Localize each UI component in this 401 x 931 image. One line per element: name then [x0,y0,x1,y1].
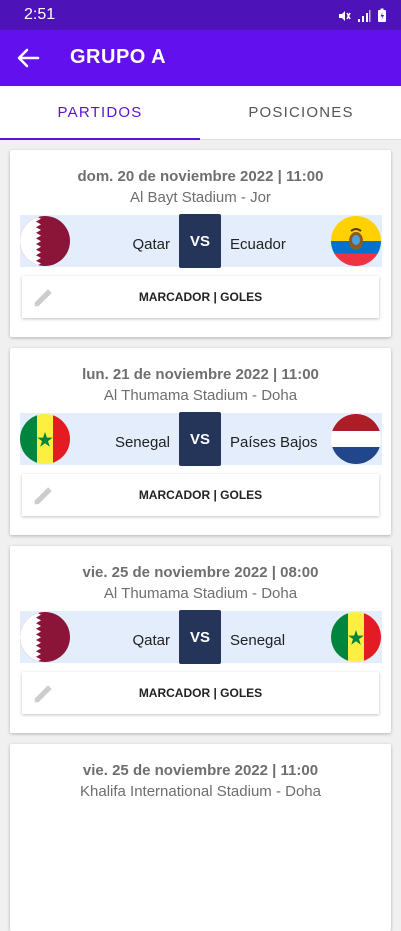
vs-badge: VS [179,214,221,268]
status-time: 2:51 [24,6,56,23]
score-button[interactable]: MARCADOR | GOLES [22,672,379,714]
match-date: vie. 25 de noviembre 2022 | 11:00 [82,762,319,779]
score-button-label: MARCADOR | GOLES [138,290,263,304]
status-icons [337,8,387,23]
away-team: Ecuador [230,236,286,253]
qatar-flag-icon [20,216,70,266]
match-card: vie. 25 de noviembre 2022 | 08:00 Al Thu… [10,546,391,733]
match-card: dom. 20 de noviembre 2022 | 11:00 Al Bay… [10,150,391,337]
signal-icon [358,9,371,22]
status-bar: 2:51 [0,0,401,30]
match-venue: Khalifa International Stadium - Doha [80,783,321,800]
away-team: Senegal [230,632,286,649]
score-button[interactable]: MARCADOR | GOLES [22,474,379,516]
tab-partidos-label: PARTIDOS [57,104,143,121]
back-arrow-icon[interactable] [12,42,44,74]
battery-icon [378,8,386,22]
senegal-flag-icon [20,414,70,464]
mute-icon [339,10,351,21]
tab-indicator [0,138,200,140]
page-title: GRUPO A [70,46,167,68]
match-venue: Al Thumama Stadium - Doha [103,387,298,404]
away-team: Países Bajos [230,434,318,451]
tab-posiciones[interactable]: POSICIONES [201,86,401,139]
ecuador-flag-icon [331,216,381,266]
match-card: lun. 21 de noviembre 2022 | 11:00 Al Thu… [10,348,391,535]
home-team: Qatar [132,236,170,253]
vs-badge: VS [179,610,221,664]
netherlands-flag-icon [331,414,381,464]
home-team: Senegal [114,434,170,451]
match-date: lun. 21 de noviembre 2022 | 11:00 [82,366,319,383]
match-card: vie. 25 de noviembre 2022 | 11:00 Khalif… [10,744,391,931]
score-button[interactable]: MARCADOR | GOLES [22,276,379,318]
match-date: dom. 20 de noviembre 2022 | 11:00 [77,168,324,185]
match-venue: Al Thumama Stadium - Doha [103,585,298,602]
senegal-flag-icon [331,612,381,662]
match-venue: Al Bayt Stadium - Jor [130,189,271,206]
tab-posiciones-label: POSICIONES [248,104,354,121]
score-button-label: MARCADOR | GOLES [138,686,263,700]
match-date: vie. 25 de noviembre 2022 | 08:00 [82,564,319,581]
qatar-flag-icon [20,612,70,662]
tab-bar: PARTIDOS POSICIONES [0,86,401,140]
home-team: Qatar [132,632,170,649]
vs-badge: VS [179,412,221,466]
app-bar: GRUPO A [0,30,401,86]
score-button-label: MARCADOR | GOLES [138,488,263,502]
tab-partidos[interactable]: PARTIDOS [0,86,200,140]
